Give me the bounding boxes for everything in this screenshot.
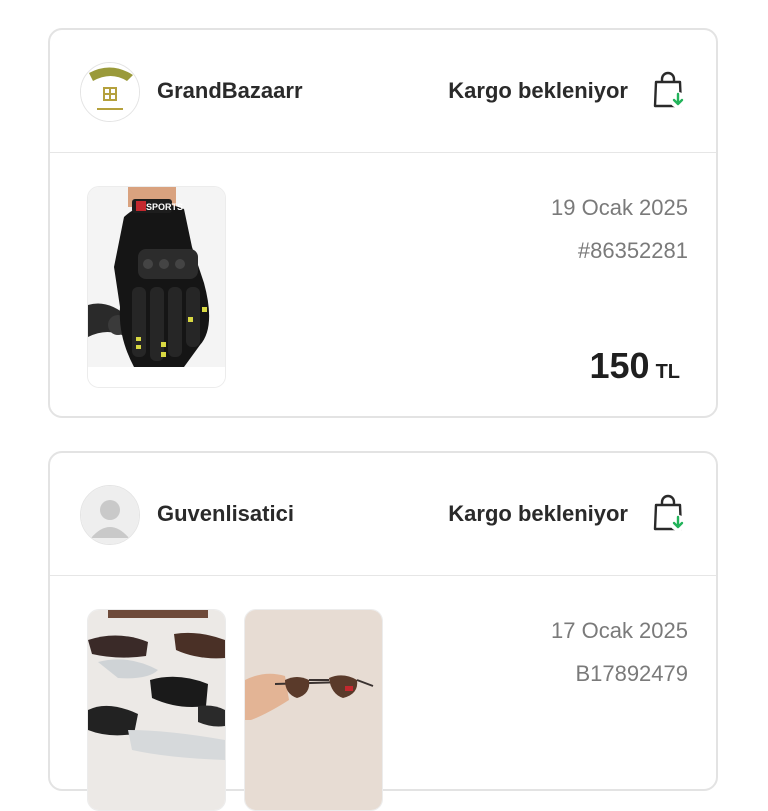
order-status: Kargo bekleniyor [448,501,628,526]
price-currency: TL [655,361,680,383]
product-thumbnail[interactable]: SPORTS [87,186,226,388]
user-placeholder-icon [81,486,139,544]
sunglasses-group-image [88,610,225,810]
price-amount: 150 [589,345,650,386]
svg-text:SPORTS: SPORTS [146,202,183,212]
order-date: 19 Ocak 2025 [551,195,688,220]
order-card-header: Guvenlisatici Kargo bekleniyor [50,453,716,576]
order-id: #86352281 [577,238,688,263]
order-card[interactable]: Guvenlisatici Kargo bekleniyor 17 Ocak 2… [48,451,718,811]
seller-avatar[interactable] [80,62,140,122]
product-thumbnail[interactable] [87,609,226,811]
grandbazaar-logo-icon [81,63,139,121]
product-thumbnail[interactable] [244,609,383,811]
shopping-bag-download-icon [653,494,686,531]
order-status: Kargo bekleniyor [448,78,628,103]
order-card-header: GrandBazaarr Kargo bekleniyor [50,30,716,153]
shopping-bag-download-icon [653,71,686,108]
order-card[interactable]: GrandBazaarr Kargo bekleniyor SPORTS 19 … [48,28,718,418]
seller-avatar[interactable] [80,485,140,545]
order-price: 150 TL [589,345,680,387]
seller-name[interactable]: GrandBazaarr [157,78,303,104]
order-date: 17 Ocak 2025 [551,618,688,643]
sunglasses-hand-image [245,610,382,810]
order-id: B17892479 [575,661,688,686]
seller-name[interactable]: Guvenlisatici [157,501,294,527]
motorcycle-glove-image: SPORTS [88,187,225,387]
